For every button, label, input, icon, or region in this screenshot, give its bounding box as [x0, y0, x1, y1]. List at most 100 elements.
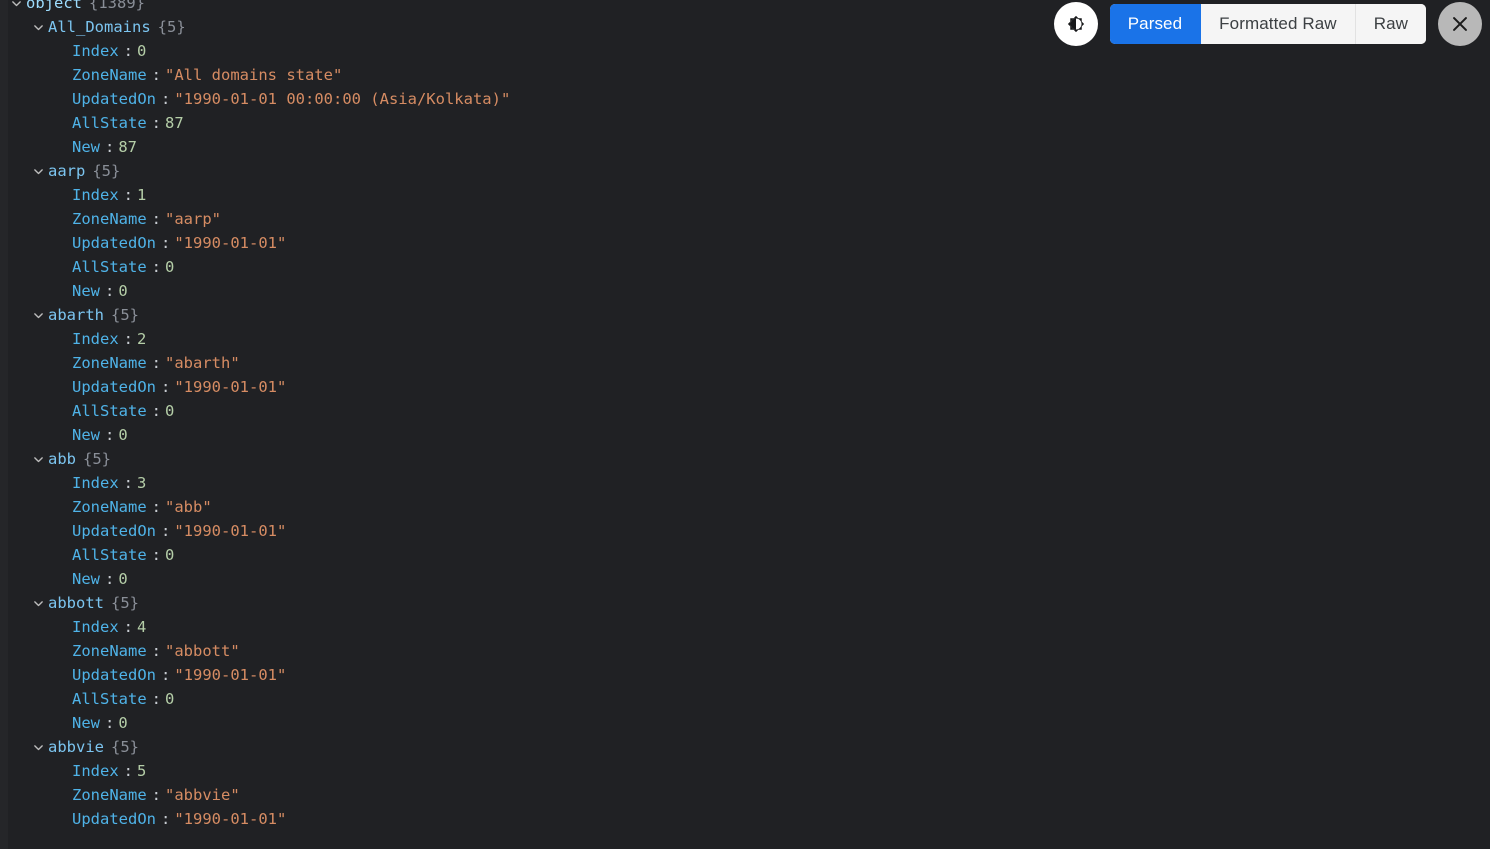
- property-value: "1990-01-01": [174, 666, 287, 684]
- node-key: aarp: [48, 162, 86, 180]
- tree-node-header[interactable]: abarth {5}: [0, 303, 1490, 327]
- tree-node-header[interactable]: aarp {5}: [0, 159, 1490, 183]
- property-key: Index: [72, 42, 119, 60]
- property-separator: :: [161, 378, 171, 396]
- property-separator: :: [123, 618, 134, 636]
- property-separator: :: [123, 474, 134, 492]
- property-value: "aarp": [165, 210, 221, 228]
- property-key: AllState: [72, 114, 147, 132]
- property-key: AllState: [72, 546, 147, 564]
- property-value: 0: [137, 42, 147, 60]
- property-value: 0: [165, 402, 175, 420]
- view-mode-tabs: Parsed Formatted Raw Raw: [1109, 4, 1426, 44]
- tree-node-header[interactable]: abbott {5}: [0, 591, 1490, 615]
- tree-property-row: AllState : 0: [0, 543, 1490, 567]
- property-value: 0: [118, 714, 128, 732]
- chevron-down-icon[interactable]: [28, 453, 48, 466]
- tab-raw[interactable]: Raw: [1355, 4, 1426, 44]
- property-value: 0: [118, 426, 128, 444]
- tree-property-row: New : 0: [0, 567, 1490, 591]
- property-key: UpdatedOn: [72, 90, 156, 108]
- chevron-down-icon[interactable]: [28, 741, 48, 754]
- node-key: All_Domains: [48, 18, 151, 36]
- property-key: Index: [72, 330, 119, 348]
- brightness-icon[interactable]: [1053, 2, 1098, 46]
- tree-property-row: AllState : 0: [0, 399, 1490, 423]
- node-key: abbott: [48, 594, 104, 612]
- property-value: 0: [165, 258, 175, 276]
- property-key: AllState: [72, 258, 147, 276]
- property-value: "abarth": [165, 354, 240, 372]
- property-value: 5: [137, 762, 147, 780]
- property-value: 87: [165, 114, 184, 132]
- tree-property-row: Index : 4: [0, 615, 1490, 639]
- tree-property-row: ZoneName : "abbvie": [0, 783, 1490, 807]
- property-separator: :: [151, 546, 161, 564]
- node-count: {5}: [111, 738, 139, 756]
- tree-property-row: AllState : 0: [0, 687, 1490, 711]
- property-separator: :: [151, 258, 161, 276]
- property-separator: :: [151, 786, 161, 804]
- tree-node-header[interactable]: abb {5}: [0, 447, 1490, 471]
- property-value: 3: [137, 474, 147, 492]
- tree-property-row: ZoneName : "aarp": [0, 207, 1490, 231]
- chevron-down-icon[interactable]: [28, 21, 48, 34]
- property-value: "1990-01-01": [174, 810, 287, 828]
- tree-property-row: AllState : 87: [0, 111, 1490, 135]
- close-icon[interactable]: [1438, 2, 1482, 46]
- viewer-toolbar: Parsed Formatted Raw Raw: [1053, 0, 1490, 48]
- property-key: Index: [72, 474, 119, 492]
- property-separator: :: [151, 66, 161, 84]
- property-separator: :: [161, 522, 171, 540]
- property-key: New: [72, 570, 100, 588]
- property-separator: :: [161, 810, 171, 828]
- property-separator: :: [105, 570, 115, 588]
- property-key: UpdatedOn: [72, 378, 156, 396]
- close-glyph: [1453, 17, 1467, 31]
- tree-property-row: ZoneName : "abb": [0, 495, 1490, 519]
- property-key: Index: [72, 762, 119, 780]
- property-separator: :: [151, 498, 161, 516]
- property-key: AllState: [72, 402, 147, 420]
- tree-property-row: Index : 1: [0, 183, 1490, 207]
- property-key: New: [72, 426, 100, 444]
- json-tree: object {1389} All_Domains {5} Index : 0 …: [0, 0, 1490, 849]
- tree-property-row: Index : 5: [0, 759, 1490, 783]
- property-separator: :: [151, 690, 161, 708]
- tree-node-header[interactable]: abbvie {5}: [0, 735, 1490, 759]
- property-key: ZoneName: [72, 210, 147, 228]
- property-value: 4: [137, 618, 147, 636]
- tree-property-row: UpdatedOn : "1990-01-01": [0, 375, 1490, 399]
- tab-formatted-raw[interactable]: Formatted Raw: [1201, 4, 1356, 44]
- property-separator: :: [161, 234, 171, 252]
- property-key: UpdatedOn: [72, 666, 156, 684]
- property-value: 0: [165, 546, 175, 564]
- tree-property-row: ZoneName : "abarth": [0, 351, 1490, 375]
- tree-property-row: ZoneName : "All domains state": [0, 63, 1490, 87]
- tree-property-row: New : 0: [0, 711, 1490, 735]
- chevron-down-icon[interactable]: [6, 0, 26, 10]
- property-key: Index: [72, 186, 119, 204]
- chevron-down-icon[interactable]: [28, 309, 48, 322]
- property-value: "1990-01-01 00:00:00 (Asia/Kolkata)": [174, 90, 511, 108]
- tree-property-row: New : 0: [0, 423, 1490, 447]
- json-viewer: Parsed Formatted Raw Raw object {1389} A…: [0, 0, 1490, 849]
- property-value: "All domains state": [165, 66, 343, 84]
- property-key: AllState: [72, 690, 147, 708]
- property-separator: :: [161, 90, 171, 108]
- tree-property-row: UpdatedOn : "1990-01-01 00:00:00 (Asia/K…: [0, 87, 1490, 111]
- property-key: ZoneName: [72, 498, 147, 516]
- property-separator: :: [151, 114, 161, 132]
- property-value: "abbott": [165, 642, 240, 660]
- chevron-down-icon[interactable]: [28, 165, 48, 178]
- property-key: ZoneName: [72, 354, 147, 372]
- root-count: {1389}: [89, 0, 145, 12]
- chevron-down-icon[interactable]: [28, 597, 48, 610]
- property-value: "1990-01-01": [174, 234, 287, 252]
- property-separator: :: [105, 282, 115, 300]
- tab-parsed[interactable]: Parsed: [1109, 4, 1202, 44]
- brightness-glyph: [1067, 15, 1084, 33]
- tree-property-row: New : 0: [0, 279, 1490, 303]
- node-count: {5}: [92, 162, 121, 180]
- property-separator: :: [151, 354, 161, 372]
